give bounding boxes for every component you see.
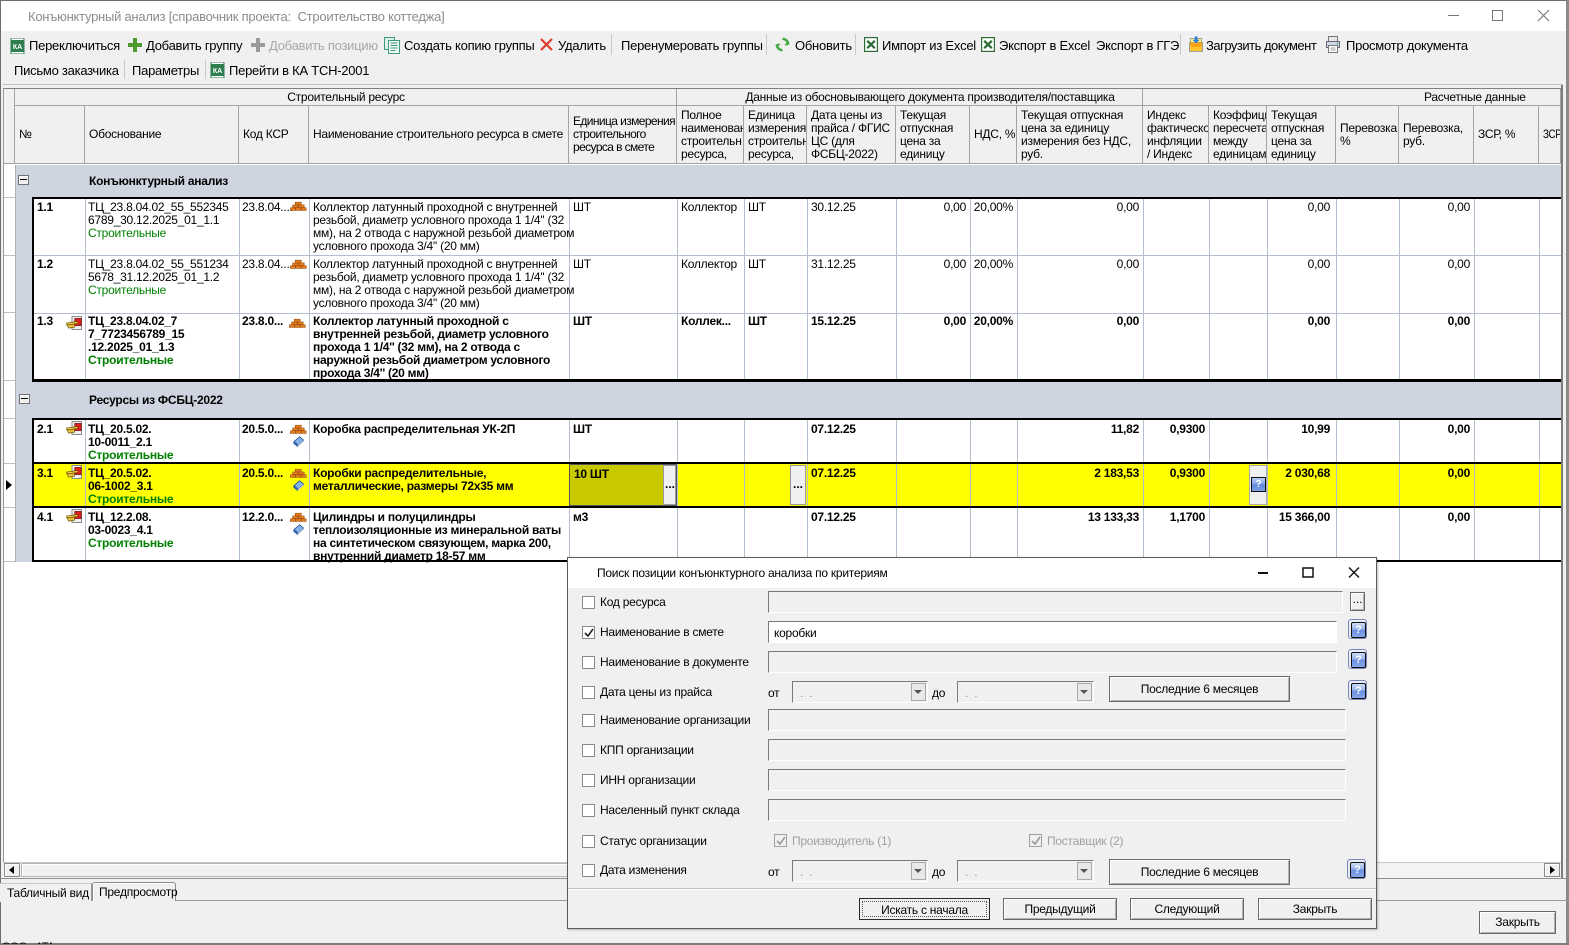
- svg-text:КА: КА: [213, 68, 222, 75]
- svg-text:КА: КА: [13, 44, 22, 51]
